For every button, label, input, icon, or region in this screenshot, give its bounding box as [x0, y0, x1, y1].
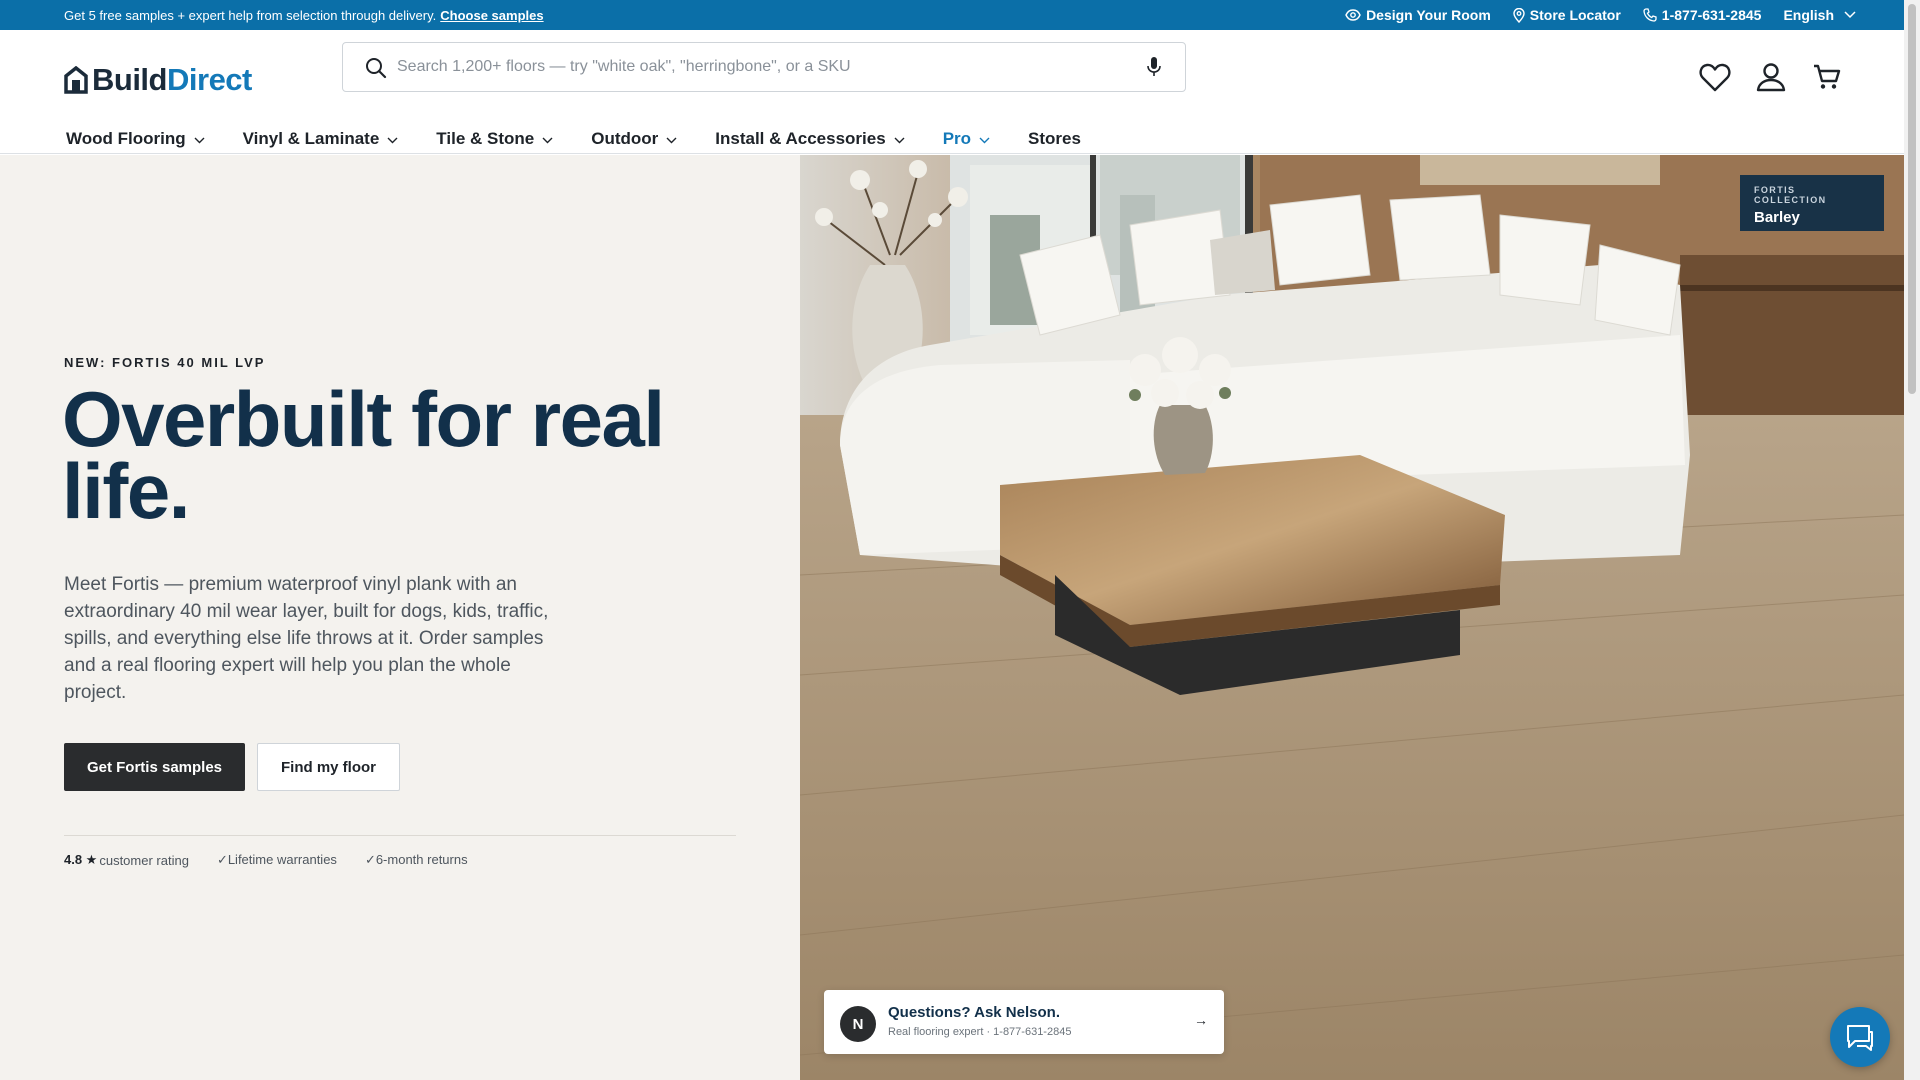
choose-samples-link[interactable]: Choose samples: [440, 8, 543, 23]
phone-label: 1-877-631-2845: [1661, 7, 1762, 23]
user-icon: [1756, 63, 1786, 92]
chevron-down-icon: [542, 137, 553, 144]
returns-policy: ✓6-month returns: [364, 852, 468, 867]
ask-nelson-card[interactable]: N Questions? Ask Nelson. Real flooring e…: [824, 990, 1224, 1054]
location-pin-icon: [1513, 7, 1525, 23]
nav-stores[interactable]: Stores: [1028, 129, 1081, 149]
hero-eyebrow: NEW: FORTIS 40 MIL LVP: [64, 355, 266, 370]
phone-link[interactable]: 1-877-631-2845: [1643, 7, 1762, 23]
nav-label: Vinyl & Laminate: [242, 129, 380, 148]
language-label: English: [1783, 7, 1834, 23]
builddirect-logo[interactable]: Build Direct: [64, 60, 252, 100]
nav-label: Stores: [1028, 129, 1081, 148]
store-locator-link[interactable]: Store Locator: [1513, 7, 1621, 23]
page-scrollbar[interactable]: [1904, 0, 1920, 1080]
chevron-down-icon: [894, 137, 905, 144]
nav-label: Tile & Stone: [436, 129, 535, 148]
promo-message: Get 5 free samples + expert help from se…: [64, 0, 544, 30]
house-logo-icon: [64, 66, 88, 94]
eye-icon: [1345, 9, 1361, 21]
utility-links: Design Your Room Store Locator 1-877-631…: [1323, 0, 1856, 30]
arrow-right-icon: →: [1194, 1012, 1208, 1028]
chevron-down-icon: [666, 137, 677, 144]
nav-install-accessories[interactable]: Install & Accessories: [715, 129, 905, 149]
nav-outdoor[interactable]: Outdoor: [591, 129, 677, 149]
design-room-label: Design Your Room: [1366, 7, 1491, 23]
main-nav: Wood Flooring Vinyl & Laminate Tile & St…: [66, 124, 1119, 154]
nav-label: Outdoor: [591, 129, 659, 148]
hero-image: FORTIS COLLECTION Barley N Questions? As…: [800, 155, 1904, 1080]
logo-text-build: Build: [92, 62, 168, 97]
account-button[interactable]: [1752, 58, 1790, 96]
phone-icon: [1643, 8, 1657, 22]
chat-button[interactable]: [1830, 1007, 1890, 1067]
nelson-question: Questions? Ask Nelson.: [888, 1004, 1060, 1021]
nelson-avatar: N: [840, 1006, 876, 1042]
hero-description: Meet Fortis — premium waterproof vinyl p…: [64, 574, 549, 703]
language-selector[interactable]: English: [1783, 7, 1856, 23]
hero-content: NEW: FORTIS 40 MIL LVP Overbuilt for rea…: [0, 155, 800, 1080]
header-actions: [1678, 58, 1846, 96]
microphone-icon[interactable]: [1147, 56, 1161, 78]
hero-headline: Overbuilt for real life.: [62, 375, 665, 535]
cart-button[interactable]: [1808, 58, 1846, 96]
nav-tile-stone[interactable]: Tile & Stone: [436, 129, 553, 149]
hero-divider: [64, 835, 736, 836]
collection-badge: FORTIS COLLECTION Barley: [1740, 175, 1884, 231]
site-header: BuildDirect Wood Flooring Vinyl & Lamina…: [0, 30, 1920, 154]
logo-text-direct: Direct: [167, 62, 252, 97]
wishlist-button[interactable]: [1696, 58, 1734, 96]
get-fortis-samples-button[interactable]: Get Fortis samples: [64, 743, 245, 791]
badge-kicker: FORTIS COLLECTION: [1754, 185, 1827, 205]
heart-icon: [1699, 63, 1731, 92]
chevron-down-icon: [979, 137, 990, 144]
scrollbar-thumb[interactable]: [1908, 4, 1916, 394]
trust-badges: 4.8 ★ customer rating ✓Lifetime warrantie…: [64, 852, 496, 868]
chevron-down-icon: [1844, 11, 1856, 19]
rating-label: customer rating: [99, 852, 189, 868]
lifetime-warranty: ✓Lifetime warranties: [216, 852, 337, 867]
find-my-floor-button[interactable]: Find my floor: [257, 743, 400, 791]
promo-text: Get 5 free samples + expert help from se…: [64, 7, 437, 23]
nav-label: Install & Accessories: [715, 129, 886, 148]
customer-rating: 4.8 ★ customer rating: [64, 852, 189, 868]
nav-wood-flooring[interactable]: Wood Flooring: [66, 129, 205, 149]
chat-icon: [1847, 1025, 1873, 1051]
chevron-down-icon: [194, 137, 205, 144]
search-icon[interactable]: [365, 57, 387, 79]
store-locator-label: Store Locator: [1529, 7, 1621, 23]
living-room-photo: [800, 155, 1904, 1080]
nelson-subtitle: Real flooring expert · 1-877-631-2845: [888, 1026, 1072, 1038]
badge-name: Barley: [1754, 209, 1800, 226]
nav-vinyl-laminate[interactable]: Vinyl & Laminate: [243, 129, 399, 149]
nav-label: Wood Flooring: [66, 129, 186, 148]
cart-icon: [1814, 64, 1841, 89]
promo-bar: Get 5 free samples + expert help from se…: [0, 0, 1920, 30]
rating-value: 4.8 ★: [64, 852, 98, 867]
search-input[interactable]: [397, 44, 1117, 90]
chevron-down-icon: [387, 137, 398, 144]
search-bar: [342, 42, 1186, 92]
nav-label: Pro: [942, 129, 972, 148]
nav-pro[interactable]: Pro: [943, 129, 990, 149]
design-room-link[interactable]: Design Your Room: [1345, 7, 1491, 23]
